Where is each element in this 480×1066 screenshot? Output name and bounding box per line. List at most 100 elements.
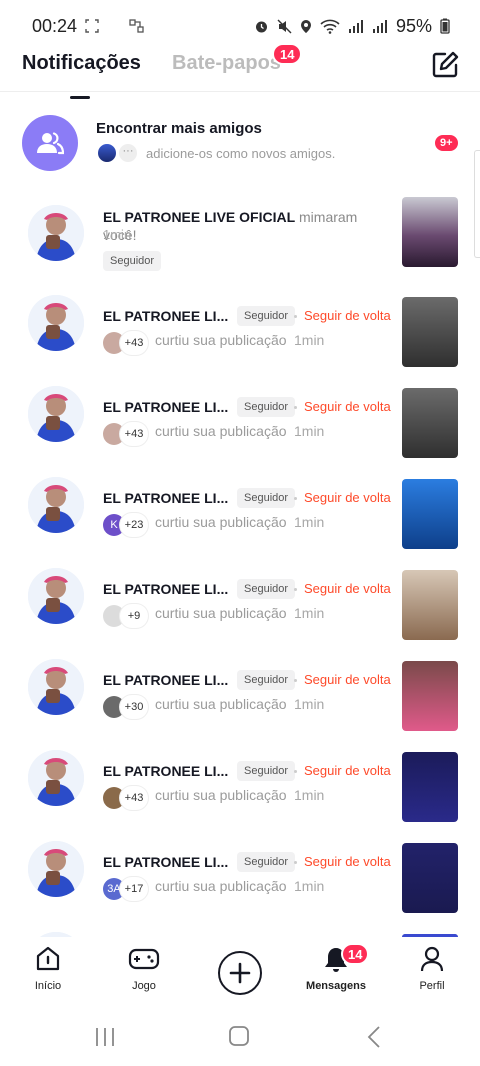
battery-icon [440, 18, 450, 34]
notification-row[interactable]: EL PATRONEE LI... Seguidor Seguir de volta… [0, 832, 480, 922]
nav-profile[interactable]: Perfil [392, 945, 472, 992]
user-avatar-image [28, 205, 84, 261]
nav-home[interactable]: Início [8, 945, 88, 992]
find-friends-avatar [22, 115, 78, 171]
notification-row[interactable]: EL PATRONEE LI... Seguidor Seguir de volta… [0, 377, 480, 467]
likes-count: +23 [120, 513, 148, 537]
notification-time: 1min [294, 787, 325, 803]
location-icon [300, 19, 311, 33]
notification-row[interactable]: EL PATRONEE LI... Seguidor Seguir de volta… [0, 468, 480, 558]
find-friends-badge: 9+ [433, 133, 460, 153]
notification-action-text: curtiu sua publicação [155, 605, 287, 621]
post-thumbnail[interactable] [402, 388, 458, 458]
follower-tag: Seguidor [237, 488, 296, 508]
notification-user-name[interactable]: EL PATRONEE LI... [103, 763, 228, 779]
likes-count: +43 [120, 331, 148, 355]
active-tab-indicator [70, 96, 90, 99]
avatar[interactable] [28, 477, 84, 533]
separator-dot [294, 406, 297, 409]
wifi-icon [320, 19, 340, 34]
nav-game-label: Jogo [132, 980, 156, 992]
notification-user-name[interactable]: EL PATRONEE LI... [103, 308, 228, 324]
notification-row[interactable]: EL PATRONEE LI... Seguidor Seguir de volta… [0, 741, 480, 831]
header-tabs: Notificações Bate-papos [0, 40, 480, 99]
follower-tag: Seguidor [237, 306, 296, 326]
notification-action-text: curtiu sua publicação [155, 423, 287, 439]
recent-apps-icon[interactable] [94, 1027, 116, 1047]
battery-percent: 95% [395, 15, 432, 36]
avatar[interactable] [28, 386, 84, 442]
notification-time: 1min [294, 423, 325, 439]
notification-row[interactable]: EL PATRONEE LI... Seguidor Seguir de volta… [0, 286, 480, 376]
screen-record-icon [85, 19, 99, 33]
gamepad-icon [128, 948, 160, 970]
mute-icon [277, 19, 292, 33]
tab-chats-label: Bate-papos [172, 52, 281, 74]
notification-time: 1min [294, 696, 325, 712]
first-notification-text: EL PATRONEE LIVE OFICIAL mimaram você! [103, 208, 393, 244]
avatar[interactable] [28, 841, 84, 897]
avatar[interactable] [28, 659, 84, 715]
notification-action-text: curtiu sua publicação [155, 696, 287, 712]
separator-dot [294, 315, 297, 318]
tab-notifications[interactable]: Notificações [22, 52, 141, 99]
follow-back-button[interactable]: Seguir de volta [304, 581, 391, 596]
nav-game[interactable]: Jogo [104, 945, 184, 992]
notification-action-text: curtiu sua publicação [155, 787, 287, 803]
notification-time: 1min [294, 878, 325, 894]
follow-back-button[interactable]: Seguir de volta [304, 399, 391, 414]
follower-tag: Seguidor [237, 670, 296, 690]
link-icon [129, 19, 144, 33]
follower-tag: Seguidor [237, 579, 296, 599]
plus-icon [229, 962, 251, 984]
follow-back-button[interactable]: Seguir de volta [304, 308, 391, 323]
notification-time: 1min [294, 605, 325, 621]
separator-dot [294, 588, 297, 591]
follow-back-button[interactable]: Seguir de volta [304, 672, 391, 687]
post-thumbnail[interactable] [402, 197, 458, 267]
user-avatar-image [28, 659, 84, 715]
notification-user-name[interactable]: EL PATRONEE LI... [103, 399, 228, 415]
compose-icon[interactable] [430, 50, 460, 80]
find-friends-row[interactable]: Encontrar mais amigos ··· adicione-os co… [0, 108, 480, 180]
notification-user-name[interactable]: EL PATRONEE LI... [103, 490, 228, 506]
notification-action-text: curtiu sua publicação [155, 514, 287, 530]
notification-user-name[interactable]: EL PATRONEE LI... [103, 581, 228, 597]
back-system-icon[interactable] [366, 1025, 382, 1049]
home-system-icon[interactable] [228, 1025, 250, 1047]
nav-messages-label: Mensagens [306, 980, 366, 992]
separator-dot [294, 679, 297, 682]
follow-back-button[interactable]: Seguir de volta [304, 490, 391, 505]
signal-icon-2 [372, 19, 387, 33]
separator-dot [294, 861, 297, 864]
avatar[interactable] [28, 295, 84, 351]
user-avatar-image [28, 841, 84, 897]
alarm-icon [255, 21, 267, 32]
post-thumbnail[interactable] [402, 297, 458, 367]
notification-row[interactable]: EL PATRONEE LI... Seguidor Seguir de volta… [0, 650, 480, 740]
notification-row[interactable]: EL PATRONEE LI... Seguidor Seguir de volta… [0, 559, 480, 649]
post-thumbnail[interactable] [402, 479, 458, 549]
tab-chats[interactable]: Bate-papos [172, 52, 281, 75]
post-thumbnail[interactable] [402, 752, 458, 822]
notification-user-name[interactable]: EL PATRONEE LI... [103, 854, 228, 870]
avatar[interactable] [28, 750, 84, 806]
post-thumbnail[interactable] [402, 843, 458, 913]
avatar[interactable] [28, 568, 84, 624]
post-thumbnail[interactable] [402, 570, 458, 640]
likes-count: +30 [120, 695, 148, 719]
follow-back-button[interactable]: Seguir de volta [304, 763, 391, 778]
tab-notifications-label: Notificações [22, 52, 141, 74]
likes-count: +9 [120, 604, 148, 628]
bottom-navigation: Início Jogo Mensagens Perfil [0, 937, 480, 1009]
avatar[interactable] [28, 205, 84, 261]
profile-icon [420, 946, 444, 972]
nav-profile-label: Perfil [419, 980, 445, 992]
more-suggestions-icon: ··· [117, 142, 139, 164]
follow-back-button[interactable]: Seguir de volta [304, 854, 391, 869]
suggested-avatar [96, 142, 118, 164]
post-thumbnail[interactable] [402, 661, 458, 731]
follower-tag: Seguidor [237, 397, 296, 417]
create-button[interactable] [218, 951, 262, 995]
notification-user-name[interactable]: EL PATRONEE LI... [103, 672, 228, 688]
